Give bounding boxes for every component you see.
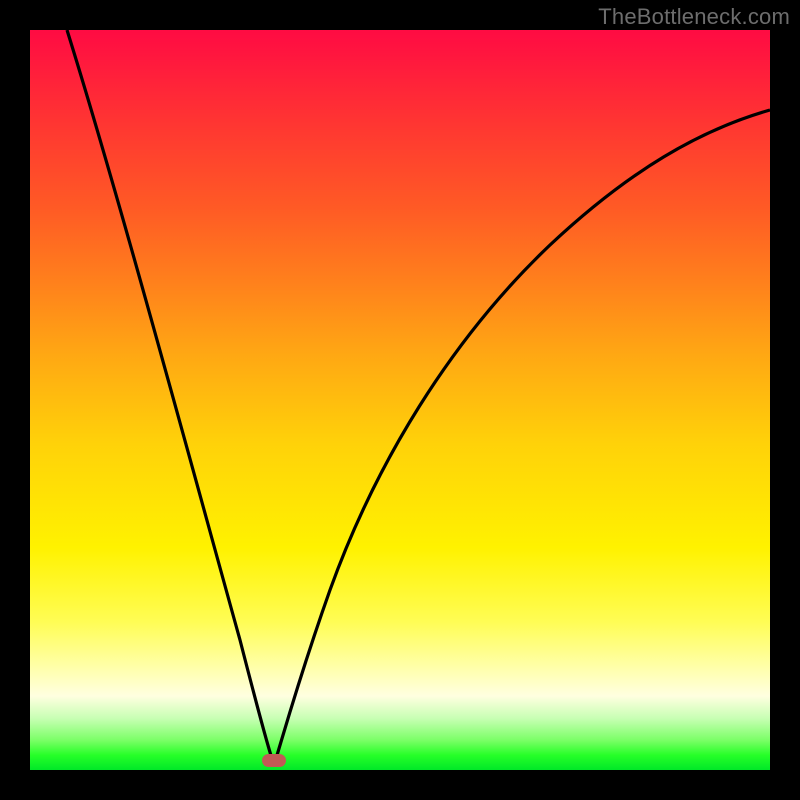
min-marker xyxy=(262,754,286,767)
chart-frame: TheBottleneck.com xyxy=(0,0,800,800)
watermark-text: TheBottleneck.com xyxy=(598,4,790,30)
bottleneck-curve xyxy=(30,30,770,770)
plot-area xyxy=(30,30,770,770)
curve-left-branch xyxy=(67,30,274,765)
curve-right-branch xyxy=(274,110,770,765)
